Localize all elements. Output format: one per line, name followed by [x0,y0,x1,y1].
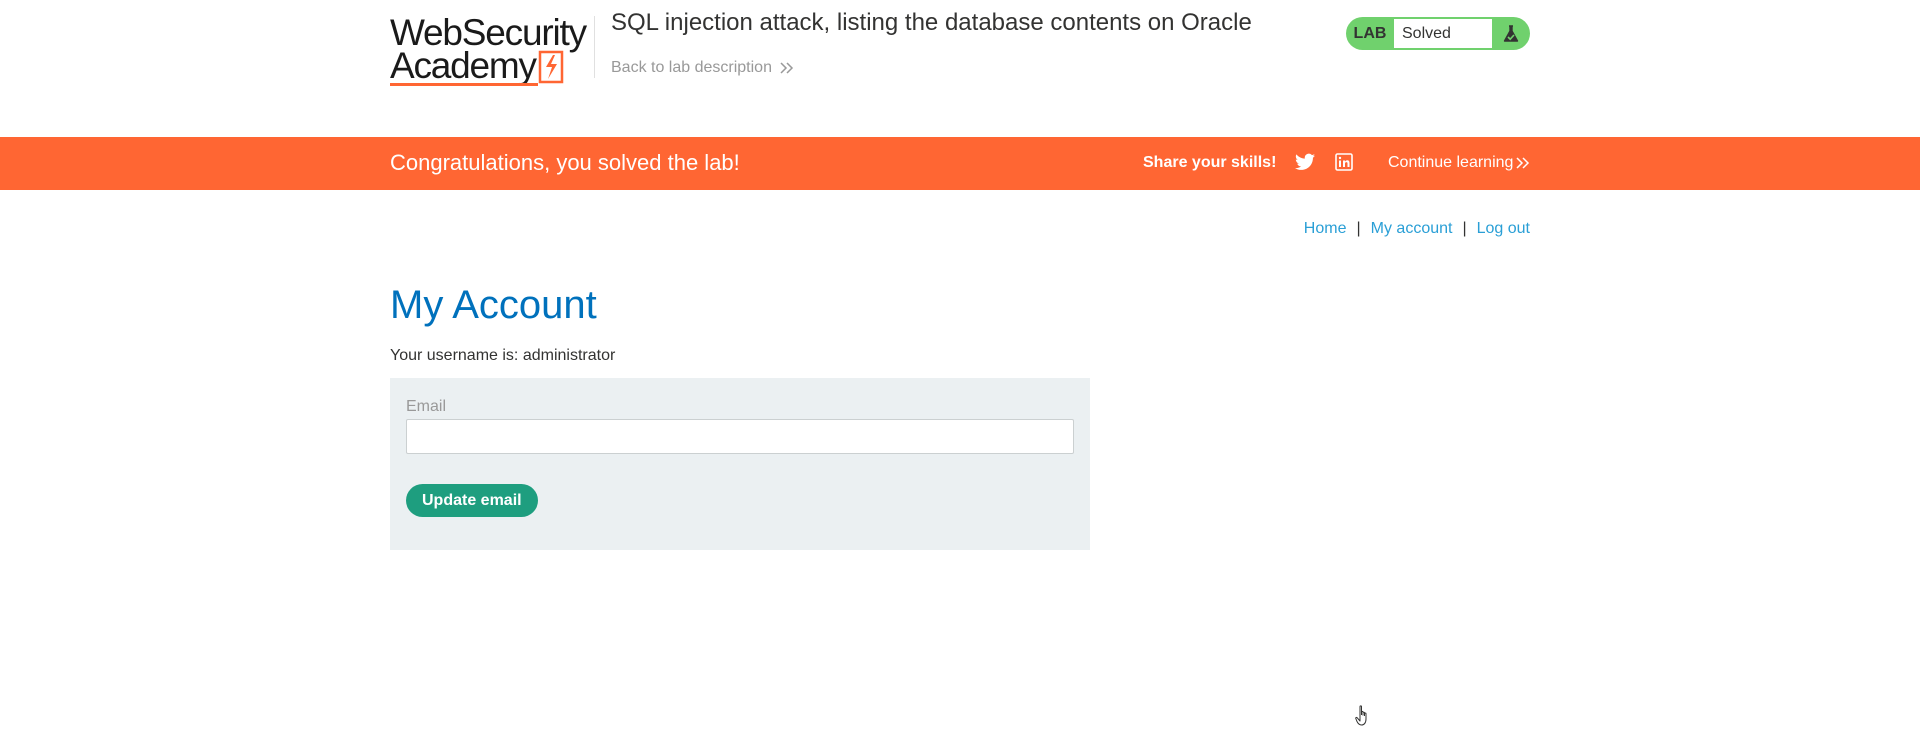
hand-pointer-icon [1355,705,1367,726]
lab-header: WebSecurity Academy SQL injection attack… [0,0,1920,137]
continue-learning-link[interactable]: Continue learning [1388,154,1530,172]
update-email-button[interactable]: Update email [406,484,538,517]
congratulations-message: Congratulations, you solved the lab! [390,150,740,175]
email-label: Email [406,398,447,415]
nav-home-link[interactable]: Home [1304,220,1347,238]
lab-solved-banner: Congratulations, you solved the lab! Sha… [0,137,1920,190]
lab-title: SQL injection attack, listing the databa… [611,9,1252,36]
web-security-academy-logo[interactable]: WebSecurity Academy [390,14,590,88]
lab-status-badge: LAB Solved [1346,17,1530,50]
lab-state: Solved [1394,19,1492,48]
header-divider [594,16,595,78]
email-input[interactable] [406,419,1074,454]
back-link-label: Back to lab description [611,59,772,76]
nav-logout-link[interactable]: Log out [1477,220,1530,238]
bolt-icon [538,50,564,84]
twitter-icon[interactable] [1295,153,1315,171]
linkedin-icon[interactable] [1335,153,1353,171]
nav-separator: | [1356,220,1361,237]
continue-learning-label: Continue learning [1388,154,1514,171]
logo-text-line2: Academy [390,45,537,86]
nav-my-account-link[interactable]: My account [1371,220,1453,238]
lab-flask [1492,17,1530,50]
top-navigation: Home | My account | Log out [1304,220,1530,238]
share-skills-label: Share your skills! [1143,154,1277,171]
lab-tag: LAB [1353,24,1387,42]
update-email-form: Email Update email [390,378,1090,550]
username-text: Your username is: administrator [390,347,616,364]
page-title: My Account [390,283,597,327]
flask-icon [1503,24,1519,42]
back-to-lab-description-link[interactable]: Back to lab description [611,59,794,77]
chevron-double-right-icon [1516,157,1530,169]
nav-separator: | [1462,220,1467,237]
logo-underline [390,83,538,86]
chevron-double-right-icon [780,62,794,74]
